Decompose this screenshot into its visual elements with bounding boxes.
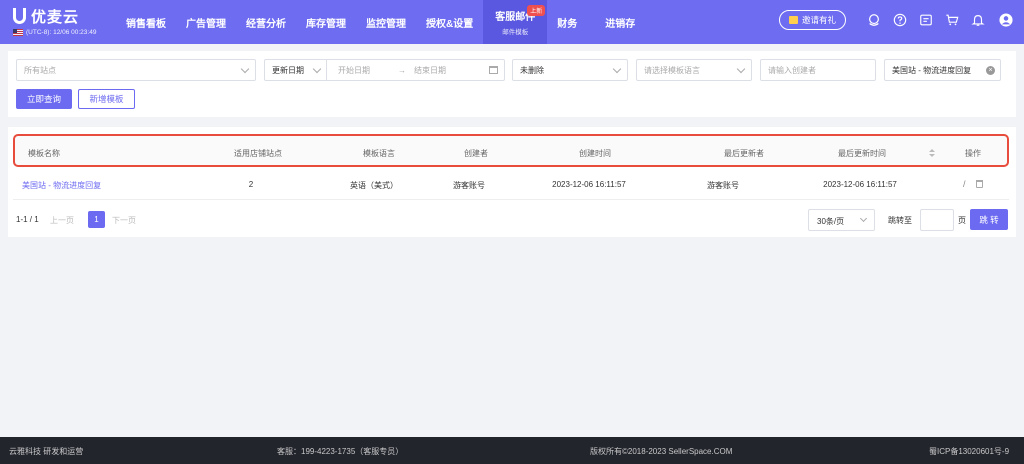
support-icon[interactable] (866, 12, 882, 28)
brand-name: 优麦云 (31, 8, 80, 26)
menu-monitoring[interactable]: 监控管理 (356, 0, 416, 44)
invite-button[interactable]: 邀请有礼 (778, 10, 846, 30)
page-size-select[interactable]: 30条/页 (808, 209, 875, 231)
top-navigation: 优麦云 (UTC-8): 12/06 00:23:49 销售看板 广告管理 经营… (0, 0, 1024, 44)
menu-sales-dashboard[interactable]: 销售看板 (116, 0, 176, 44)
menu-label: 广告管理 (186, 18, 226, 30)
menu-finance[interactable]: 财务 (547, 0, 587, 44)
new-badge: 上新 (527, 5, 546, 16)
footer-service: 客服：199-4223-1735（客服专员） (277, 447, 404, 456)
menu-purchase-sales-stock[interactable]: 进销存 (587, 0, 653, 44)
date-type-value: 更新日期 (272, 65, 304, 75)
us-flag-icon (13, 29, 23, 36)
store-count: 2 (248, 180, 254, 189)
col-created-at[interactable]: 创建时间 (579, 148, 611, 159)
edit-icon[interactable]: / (963, 179, 966, 189)
menu-label: 库存管理 (306, 18, 346, 30)
menu-label: 进销存 (605, 18, 636, 30)
end-date-placeholder[interactable]: 结束日期 (414, 65, 446, 76)
chevron-down-icon (736, 64, 746, 74)
language-placeholder: 请选择模板语言 (644, 65, 700, 75)
cart-icon[interactable] (944, 12, 960, 28)
query-button[interactable]: 立即查询 (16, 89, 72, 109)
date-type-select[interactable]: 更新日期 (264, 59, 326, 81)
template-name-value: 美国站 - 物流进度回复 (892, 65, 972, 75)
chevron-down-icon (312, 64, 322, 74)
col-updated-at[interactable]: 最后更新时间 (838, 148, 886, 159)
col-store-sites[interactable]: 适用店铺站点 (234, 148, 282, 159)
row-divider (13, 199, 1009, 200)
menu-business-analysis[interactable]: 经营分析 (236, 0, 296, 44)
pagination-info: 1-1 / 1 (16, 215, 39, 224)
updated-at: 2023-12-06 16:11:57 (823, 180, 897, 189)
invite-label: 邀请有礼 (801, 15, 836, 25)
date-range-picker[interactable]: 开始日期 → 结束日期 (326, 59, 505, 81)
col-updater[interactable]: 最后更新者 (724, 148, 764, 159)
menu-label: 经营分析 (246, 18, 286, 30)
menu-label: 销售看板 (126, 18, 166, 30)
col-template-language[interactable]: 模板语言 (363, 148, 395, 159)
jump-button[interactable]: 跳 转 (970, 209, 1008, 230)
user-avatar-icon[interactable] (998, 12, 1014, 28)
goto-label: 跳转至 (888, 216, 912, 225)
menu-customer-email[interactable]: 客服邮件 邮件模板 上新 (483, 0, 548, 44)
goto-page-input[interactable] (920, 209, 954, 231)
start-date-placeholder[interactable]: 开始日期 (338, 65, 370, 76)
updater: 游客账号 (707, 181, 739, 190)
template-table: 模板名称 适用店铺站点 模板语言 创建者 创建时间 最后更新者 最后更新时间 操… (8, 127, 1016, 237)
current-page[interactable]: 1 (88, 211, 105, 228)
creator-placeholder: 请输入创建者 (768, 65, 816, 75)
chevron-down-icon (859, 214, 868, 223)
sort-icon[interactable] (929, 149, 935, 159)
table-header: 模板名称 适用店铺站点 模板语言 创建者 创建时间 最后更新者 最后更新时间 操… (13, 134, 1009, 167)
site-select[interactable]: 所有站点 (16, 59, 256, 81)
template-name-input[interactable]: 美国站 - 物流进度回复 × (884, 59, 1001, 81)
template-name-link[interactable]: 美国站 - 物流进度回复 (22, 180, 101, 191)
col-creator[interactable]: 创建者 (464, 148, 488, 159)
footer-icp[interactable]: 蜀ICP备13020601号-9 (929, 446, 1009, 457)
clear-icon[interactable]: × (986, 66, 995, 75)
timezone-clock: (UTC-8): 12/06 00:23:49 (26, 29, 97, 36)
calendar-icon (489, 66, 498, 74)
chevron-down-icon (240, 64, 250, 74)
menu-inventory[interactable]: 库存管理 (296, 0, 356, 44)
menu-auth-settings[interactable]: 授权&设置 (416, 0, 483, 44)
page-unit-label: 页 (958, 216, 966, 225)
creator-input[interactable]: 请输入创建者 (760, 59, 876, 81)
brand[interactable]: 优麦云 (UTC-8): 12/06 00:23:49 (0, 0, 110, 44)
col-template-name[interactable]: 模板名称 (28, 148, 60, 159)
template-language: 英语（美式） (350, 181, 398, 190)
message-icon[interactable] (918, 12, 934, 28)
created-at: 2023-12-06 16:11:57 (552, 180, 626, 189)
delete-icon[interactable] (976, 180, 983, 188)
logo-icon (13, 8, 26, 24)
main-menu: 销售看板 广告管理 经营分析 库存管理 监控管理 授权&设置 客服邮件 邮件模板… (116, 0, 653, 44)
footer: 云雅科技 研发和运营 客服：199-4223-1735（客服专员） 版权所有©2… (0, 437, 1024, 464)
add-template-button[interactable]: 新增模板 (78, 89, 135, 109)
template-language-select[interactable]: 请选择模板语言 (636, 59, 752, 81)
menu-label: 财务 (557, 18, 578, 30)
arrow-right-icon: → (398, 65, 406, 75)
menu-ad-management[interactable]: 广告管理 (176, 0, 236, 44)
col-actions: 操作 (965, 149, 981, 158)
menu-label: 监控管理 (366, 18, 406, 30)
delete-status-value: 未删除 (520, 65, 544, 75)
prev-page-button[interactable]: 上一页 (50, 215, 74, 226)
next-page-button[interactable]: 下一页 (112, 215, 136, 226)
help-icon[interactable] (892, 12, 908, 28)
page-size-value: 30条/页 (817, 217, 845, 226)
menu-sublabel: 邮件模板 (502, 29, 529, 36)
gift-icon (788, 16, 798, 24)
bell-icon[interactable] (970, 12, 986, 28)
nav-actions: 邀请有礼 (778, 10, 1014, 30)
filter-panel: 所有站点 更新日期 开始日期 → 结束日期 未删除 请选择模板语言 请输入创建者… (8, 51, 1016, 117)
delete-status-select[interactable]: 未删除 (512, 59, 628, 81)
menu-label: 授权&设置 (426, 18, 474, 30)
chevron-down-icon (612, 64, 622, 74)
footer-copyright: 版权所有©2018-2023 SellerSpace.COM (590, 447, 733, 456)
footer-company: 云雅科技 研发和运营 (9, 447, 84, 456)
site-select-placeholder: 所有站点 (24, 65, 56, 75)
creator: 游客账号 (453, 181, 485, 190)
